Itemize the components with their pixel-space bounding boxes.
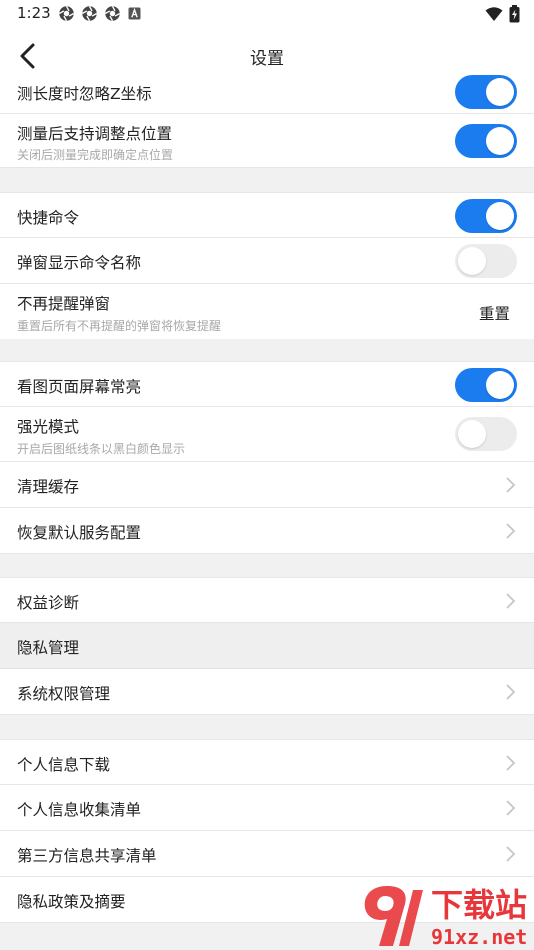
setting-row-personal-download[interactable]: 个人信息下载 xyxy=(0,739,534,785)
status-system-icons xyxy=(485,5,520,23)
setting-subtitle: 重置后所有不再提醒的弹窗将恢复提醒 xyxy=(17,319,222,333)
wifi-icon xyxy=(485,7,503,21)
setting-row-popup-name: 弹窗显示命令名称 xyxy=(0,238,534,284)
aperture-icon xyxy=(81,5,98,22)
setting-title: 清理缓存 xyxy=(17,478,80,496)
toggle-knob xyxy=(458,420,486,448)
status-time: 1:23 xyxy=(17,4,51,22)
aperture-icon xyxy=(58,5,75,22)
chevron-right-icon xyxy=(506,755,516,771)
setting-subtitle: 开启后图纸线条以黑白颜色显示 xyxy=(17,442,186,456)
strong-light-toggle[interactable] xyxy=(455,417,517,451)
a-badge-icon xyxy=(128,7,141,20)
chevron-right-icon xyxy=(506,593,516,609)
setting-title: 不再提醒弹窗 xyxy=(17,295,111,313)
toggle-knob xyxy=(486,78,514,106)
chevron-right-icon xyxy=(506,684,516,700)
shortcut-toggle[interactable] xyxy=(455,199,517,233)
chevron-right-icon xyxy=(506,800,516,816)
toggle-knob xyxy=(458,247,486,275)
setting-title: 隐私政策及摘要 xyxy=(17,893,126,911)
setting-title: 个人信息下载 xyxy=(17,756,111,774)
setting-row-screen-on: 看图页面屏幕常亮 xyxy=(0,361,534,407)
setting-row-rights-diagnosis[interactable]: 权益诊断 xyxy=(0,577,534,623)
top-app-bar: 设置 xyxy=(0,28,534,82)
page-title: 设置 xyxy=(250,49,284,69)
setting-title: 权益诊断 xyxy=(17,594,80,612)
adjust-points-toggle[interactable] xyxy=(455,124,517,158)
setting-title: 个人信息收集清单 xyxy=(17,801,142,819)
chevron-right-icon xyxy=(506,477,516,493)
section-header-privacy: 隐私管理 xyxy=(0,623,534,669)
popup-name-toggle[interactable] xyxy=(455,244,517,278)
setting-row-system-permissions[interactable]: 系统权限管理 xyxy=(0,669,534,715)
setting-row-third-party[interactable]: 第三方信息共享清单 xyxy=(0,831,534,877)
setting-title: 系统权限管理 xyxy=(17,685,111,703)
setting-title: 第三方信息共享清单 xyxy=(17,847,157,865)
setting-row-shortcut: 快捷命令 xyxy=(0,192,534,238)
toggle-knob xyxy=(486,127,514,155)
toggle-knob xyxy=(486,202,514,230)
setting-row-ignore-z: 测长度时忽略Z坐标 xyxy=(0,75,534,114)
setting-title: 快捷命令 xyxy=(17,209,80,227)
battery-charging-icon xyxy=(509,5,520,23)
settings-page: 1:23 设置 测长度时忽略Z坐标 测量后支持调整点位置 关闭后测量完成即确定点… xyxy=(0,0,534,950)
reset-button[interactable]: 重置 xyxy=(479,302,510,324)
aperture-icon xyxy=(104,5,121,22)
status-bar: 1:23 xyxy=(0,0,534,28)
setting-row-no-remind: 不再提醒弹窗 重置后所有不再提醒的弹窗将恢复提醒 重置 xyxy=(0,284,534,339)
setting-title: 测量后支持调整点位置 xyxy=(17,125,173,143)
setting-row-strong-light: 强光模式 开启后图纸线条以黑白颜色显示 xyxy=(0,407,534,462)
screen-on-toggle[interactable] xyxy=(455,368,517,402)
setting-row-restore-default[interactable]: 恢复默认服务配置 xyxy=(0,508,534,554)
chevron-right-icon xyxy=(506,523,516,539)
chevron-right-icon xyxy=(506,846,516,862)
status-notification-icons xyxy=(58,5,142,22)
setting-title: 测长度时忽略Z坐标 xyxy=(17,85,152,103)
setting-title: 看图页面屏幕常亮 xyxy=(17,378,142,396)
setting-row-clear-cache[interactable]: 清理缓存 xyxy=(0,462,534,508)
ignore-z-toggle[interactable] xyxy=(455,75,517,109)
setting-row-adjust-points: 测量后支持调整点位置 关闭后测量完成即确定点位置 xyxy=(0,114,534,168)
setting-title: 弹窗显示命令名称 xyxy=(17,254,142,272)
section-title: 隐私管理 xyxy=(17,639,80,657)
toggle-knob xyxy=(486,371,514,399)
watermark-text-bottom: 91xz.net xyxy=(431,925,527,949)
watermark-text-top: 下载站 xyxy=(431,886,527,924)
setting-title: 强光模式 xyxy=(17,418,80,436)
site-watermark-logo: 下载站 91xz.net xyxy=(364,886,527,949)
setting-title: 恢复默认服务配置 xyxy=(17,524,142,542)
setting-subtitle: 关闭后测量完成即确定点位置 xyxy=(17,148,174,162)
setting-row-personal-collect[interactable]: 个人信息收集清单 xyxy=(0,785,534,831)
